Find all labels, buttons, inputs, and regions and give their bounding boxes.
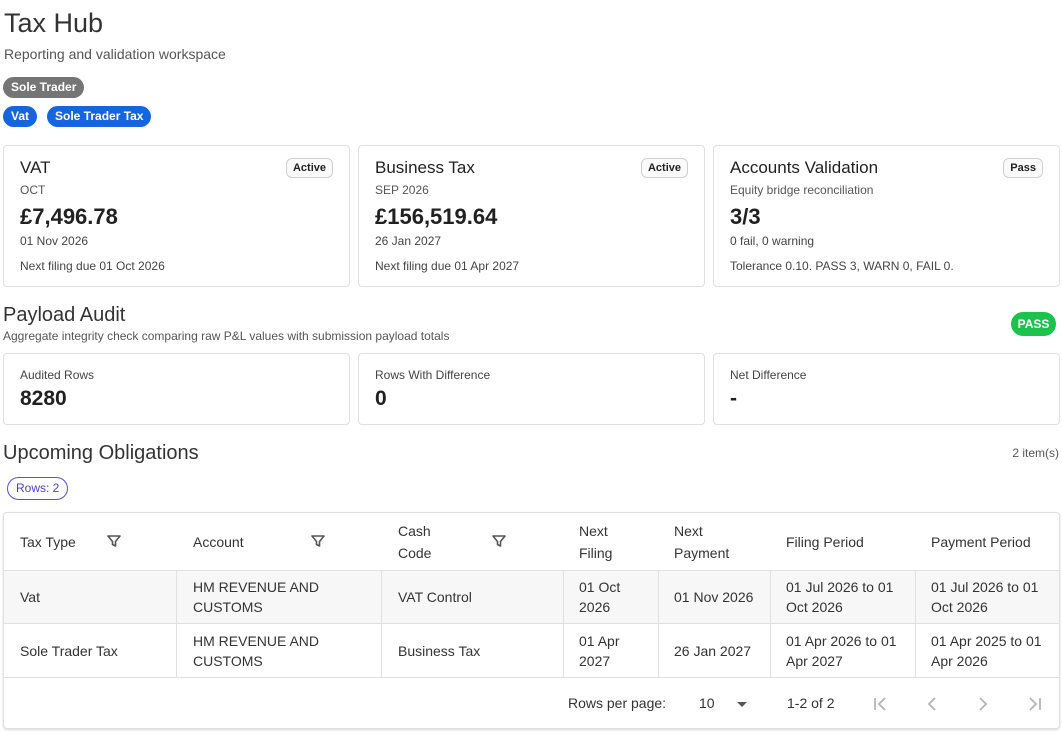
- cell-cash-code: Business Tax: [398, 642, 481, 659]
- card-period: SEP 2026: [375, 183, 429, 197]
- card-title: Accounts Validation: [730, 158, 879, 177]
- obligations-item-count: 2 item(s): [1012, 446, 1059, 460]
- caret-down-icon[interactable]: [732, 694, 752, 714]
- column-header-payment-period[interactable]: Payment Period: [931, 513, 1056, 570]
- table-row[interactable]: Sole Trader Tax HM REVENUE AND CUSTOMS B…: [4, 623, 1059, 677]
- page-title: Tax Hub: [4, 8, 104, 38]
- profile-chip-sole-trader[interactable]: Sole Trader: [3, 77, 85, 98]
- obligations-table: Tax Type Account Cash Code Next Filing N…: [3, 512, 1060, 729]
- metric-value: 8280: [20, 387, 67, 410]
- card-footnote: Next filing due 01 Oct 2026: [20, 259, 165, 273]
- column-header-account[interactable]: Account: [193, 513, 293, 570]
- card-period: Equity bridge reconciliation: [730, 183, 874, 197]
- metric-rows-with-difference: Rows With Difference 0: [358, 353, 705, 425]
- column-header-tax-type[interactable]: Tax Type: [20, 513, 100, 570]
- cell-next-filing: 01 Apr 2027: [579, 632, 620, 669]
- metric-label: Audited Rows: [20, 368, 95, 382]
- accounts-validation-card: Accounts Validation Pass Equity bridge r…: [713, 145, 1060, 287]
- filter-icon[interactable]: [491, 533, 507, 549]
- tax-chip-sole-trader-tax[interactable]: Sole Trader Tax: [47, 106, 152, 127]
- chevron-left-icon[interactable]: [922, 694, 942, 714]
- obligations-title: Upcoming Obligations: [3, 442, 199, 464]
- pagination-range: 1-2 of 2: [787, 695, 835, 711]
- page-subtitle: Reporting and validation workspace: [4, 46, 226, 62]
- chevron-right-icon[interactable]: [973, 694, 993, 714]
- column-header-cash-code[interactable]: Cash Code: [398, 513, 458, 570]
- cell-account: HM REVENUE AND CUSTOMS: [193, 579, 320, 615]
- card-footnote: Next filing due 01 Apr 2027: [375, 259, 520, 273]
- rows-per-page-select[interactable]: 10: [699, 695, 715, 711]
- vat-card: VAT Active OCT £7,496.78 01 Nov 2026 Nex…: [3, 145, 350, 287]
- cell-tax-type: Vat: [20, 589, 40, 605]
- payload-audit-status-badge: PASS: [1011, 312, 1056, 336]
- card-amount: 3/3: [730, 204, 761, 229]
- cell-filing-period: 01 Jul 2026 to 01 Oct 2026: [786, 579, 894, 615]
- first-page-icon[interactable]: [870, 694, 890, 714]
- metric-value: 0: [375, 387, 387, 410]
- cell-account: HM REVENUE AND CUSTOMS: [193, 632, 320, 669]
- card-title: VAT: [20, 158, 51, 177]
- table-row[interactable]: Vat HM REVENUE AND CUSTOMS VAT Control 0…: [4, 570, 1059, 623]
- filter-icon[interactable]: [106, 533, 122, 549]
- card-date: 01 Nov 2026: [20, 234, 89, 248]
- column-header-next-payment[interactable]: Next Payment: [674, 513, 754, 570]
- column-header-filing-period[interactable]: Filing Period: [786, 513, 906, 570]
- cell-next-payment: 01 Nov 2026: [674, 589, 754, 605]
- cell-next-payment: 26 Jan 2027: [674, 642, 752, 659]
- last-page-icon[interactable]: [1025, 694, 1045, 714]
- card-footnote: Tolerance 0.10. PASS 3, WARN 0, FAIL 0.: [730, 259, 954, 273]
- cell-next-filing: 01 Oct 2026: [579, 579, 621, 615]
- card-period: OCT: [20, 183, 46, 197]
- card-amount: £156,519.64: [375, 204, 498, 229]
- filter-icon[interactable]: [310, 533, 326, 549]
- table-pagination: Rows per page: 10 1-2 of 2: [4, 677, 1059, 728]
- metric-audited-rows: Audited Rows 8280: [3, 353, 350, 425]
- card-title: Business Tax: [375, 158, 475, 177]
- rows-count-chip[interactable]: Rows: 2: [7, 477, 69, 500]
- cell-payment-period: 01 Jul 2026 to 01 Oct 2026: [931, 579, 1039, 615]
- business-tax-card: Business Tax Active SEP 2026 £156,519.64…: [358, 145, 705, 287]
- metric-value: -: [730, 387, 737, 410]
- metric-label: Net Difference: [730, 368, 807, 382]
- cell-payment-period: 01 Apr 2025 to 01 Apr 2026: [931, 632, 1042, 669]
- tax-chip-vat[interactable]: Vat: [3, 106, 38, 127]
- rows-per-page-label: Rows per page:: [568, 695, 667, 711]
- cell-cash-code: VAT Control: [398, 589, 472, 605]
- status-badge: Active: [285, 158, 333, 178]
- card-date: 26 Jan 2027: [375, 234, 442, 248]
- status-badge: Active: [640, 158, 688, 178]
- status-badge: Pass: [1003, 158, 1043, 178]
- payload-audit-title: Payload Audit: [3, 304, 126, 326]
- card-date: 0 fail, 0 warning: [730, 234, 815, 248]
- column-header-next-filing[interactable]: Next Filing: [579, 513, 639, 570]
- card-amount: £7,496.78: [20, 204, 118, 229]
- payload-audit-subtitle: Aggregate integrity check comparing raw …: [3, 329, 450, 343]
- metric-label: Rows With Difference: [375, 368, 491, 382]
- cell-filing-period: 01 Apr 2026 to 01 Apr 2027: [786, 632, 897, 669]
- metric-net-difference: Net Difference -: [713, 353, 1060, 425]
- cell-tax-type: Sole Trader Tax: [20, 642, 118, 659]
